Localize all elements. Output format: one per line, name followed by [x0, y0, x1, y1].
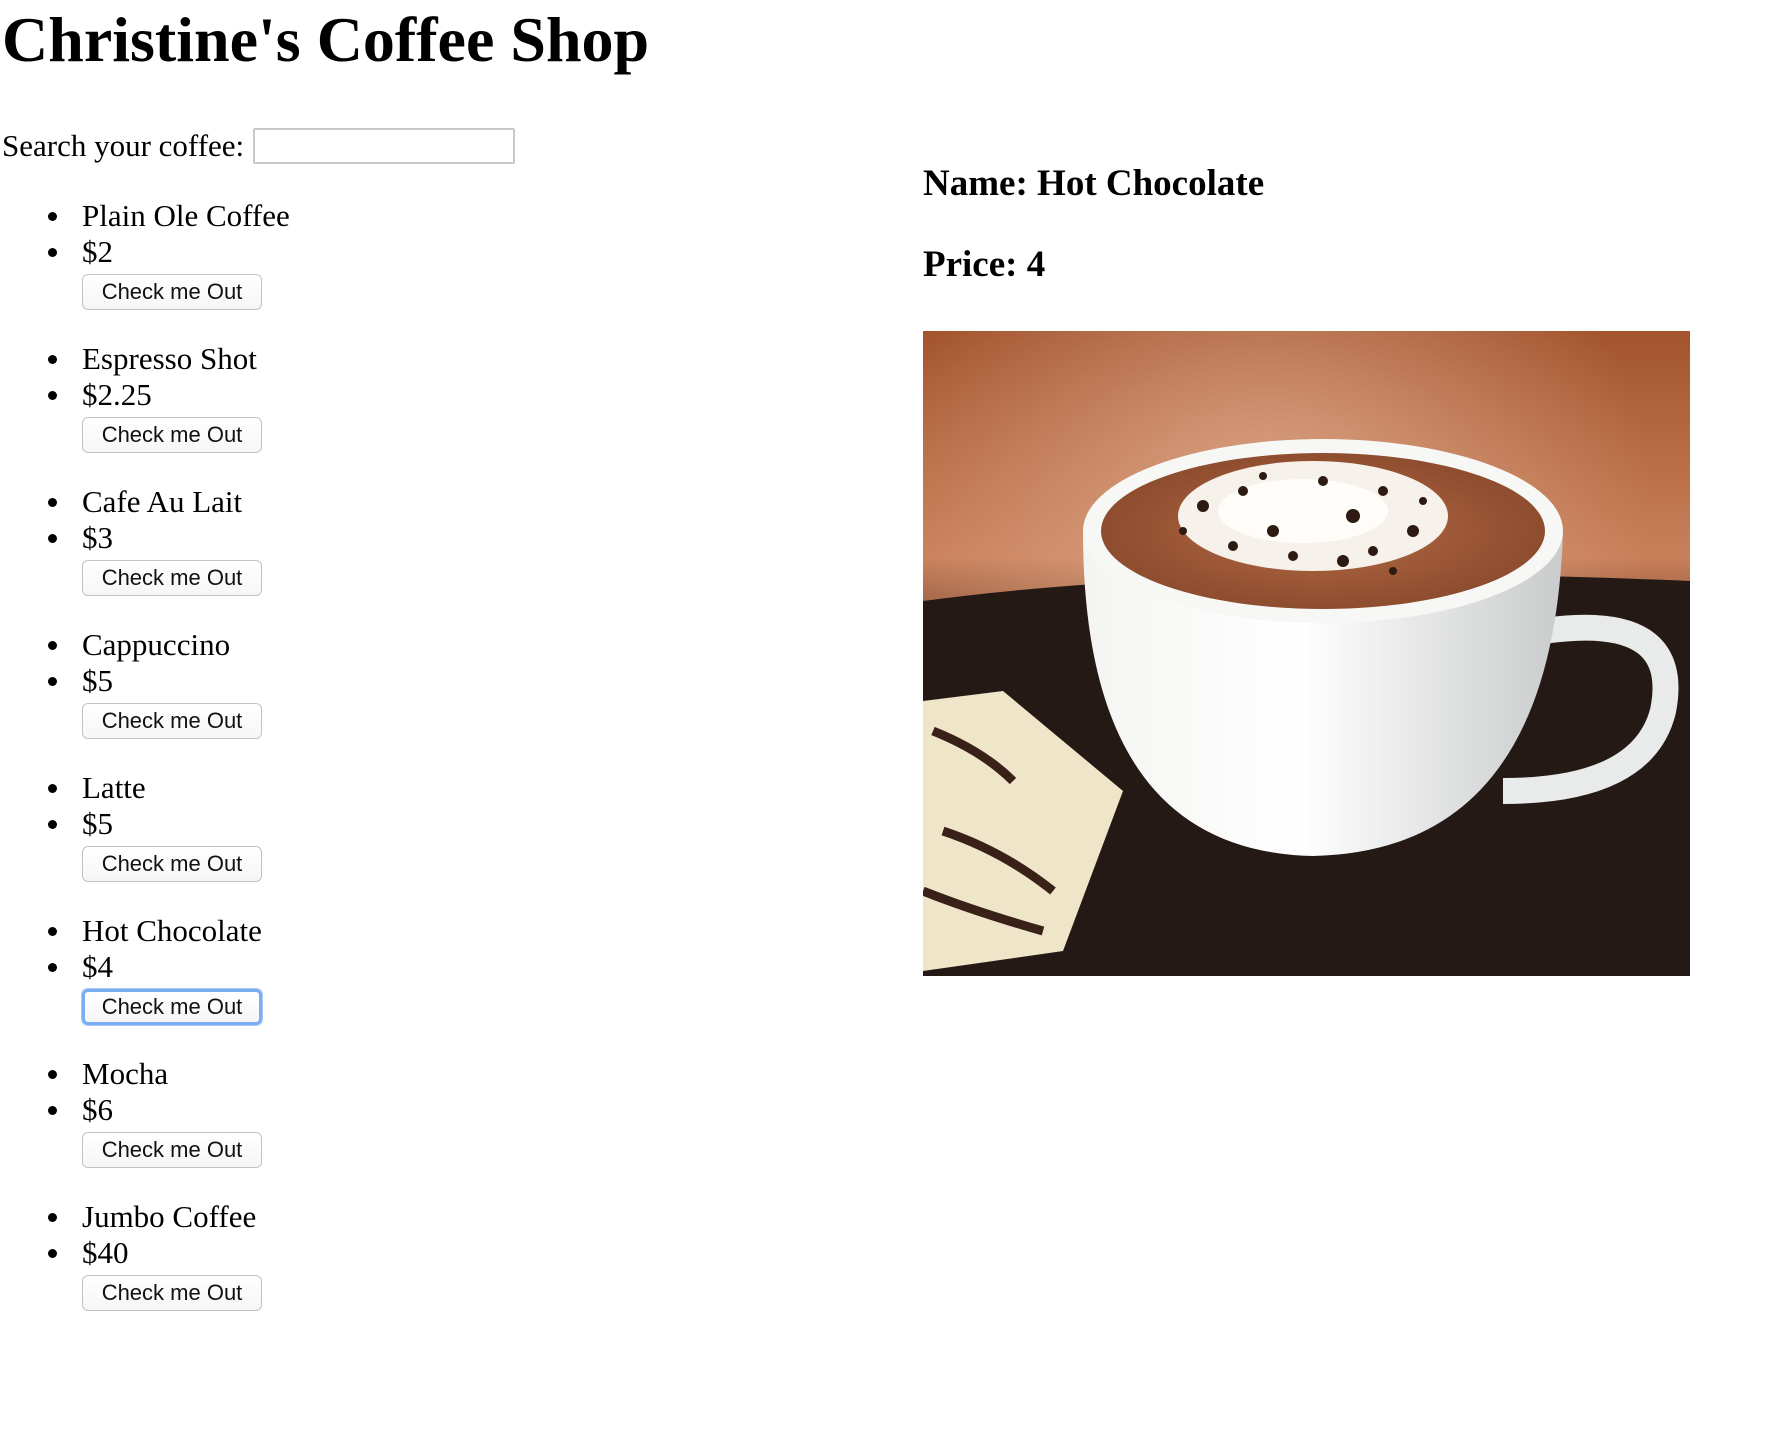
coffee-name-text: Cappuccino [82, 627, 231, 662]
coffee-name-text: Jumbo Coffee [82, 1199, 257, 1234]
selected-coffee-name: Name: Hot Chocolate [923, 163, 1265, 204]
search-row: Search your coffee: [2, 126, 516, 166]
coffee-name-text: Plain Ole Coffee [82, 198, 290, 233]
bullet-icon [48, 1213, 57, 1222]
search-label: Search your coffee: [2, 128, 245, 163]
coffee-item: Plain Ole Coffee $2 Check me Out [0, 198, 600, 341]
bullet-icon [48, 641, 57, 650]
search-input[interactable] [253, 128, 516, 164]
coffee-price-text: $2 [82, 234, 113, 269]
bullet-icon [48, 1106, 57, 1115]
coffee-price-text: $4 [82, 949, 113, 984]
coffee-item: Latte $5 Check me Out [0, 770, 600, 913]
coffee-name: Latte [0, 770, 600, 806]
bullet-icon [48, 963, 57, 972]
coffee-name-text: Hot Chocolate [82, 913, 262, 948]
coffee-price: $5 [0, 806, 600, 842]
coffee-name: Espresso Shot [0, 341, 600, 377]
bullet-icon [48, 212, 57, 221]
coffee-name: Mocha [0, 1056, 600, 1092]
coffee-item: Cafe Au Lait $3 Check me Out [0, 484, 600, 627]
check-me-out-button[interactable]: Check me Out [82, 417, 262, 453]
coffee-price: $6 [0, 1092, 600, 1128]
bullet-icon [48, 534, 57, 543]
bullet-icon [48, 1070, 57, 1079]
check-me-out-button[interactable]: Check me Out [82, 703, 262, 739]
coffee-price: $3 [0, 520, 600, 556]
coffee-name: Cafe Au Lait [0, 484, 600, 520]
bullet-icon [48, 355, 57, 364]
coffee-price-text: $3 [82, 520, 113, 555]
coffee-item: Cappuccino $5 Check me Out [0, 627, 600, 770]
coffee-price-text: $40 [82, 1235, 129, 1270]
check-me-out-button[interactable]: Check me Out [82, 989, 262, 1025]
page: Christine's Coffee Shop Search your coff… [0, 0, 1766, 1436]
check-me-out-button[interactable]: Check me Out [82, 560, 262, 596]
page-title: Christine's Coffee Shop [2, 4, 650, 75]
coffee-name: Cappuccino [0, 627, 600, 663]
selected-coffee-image [923, 331, 1690, 976]
coffee-price-text: $6 [82, 1092, 113, 1127]
bullet-icon [48, 498, 57, 507]
coffee-name: Plain Ole Coffee [0, 198, 600, 234]
coffee-price: $4 [0, 949, 600, 985]
check-me-out-button[interactable]: Check me Out [82, 274, 262, 310]
coffee-name: Hot Chocolate [0, 913, 600, 949]
coffee-price-text: $2.25 [82, 377, 152, 412]
coffee-price: $2.25 [0, 377, 600, 413]
coffee-price: $2 [0, 234, 600, 270]
selected-coffee-price: Price: 4 [923, 244, 1046, 285]
coffee-name-text: Cafe Au Lait [82, 484, 243, 519]
check-me-out-button[interactable]: Check me Out [82, 1132, 262, 1168]
bullet-icon [48, 1249, 57, 1258]
bullet-icon [48, 248, 57, 257]
coffee-list: Plain Ole Coffee $2 Check me Out Espresso S… [0, 198, 600, 1342]
coffee-item: Espresso Shot $2.25 Check me Out [0, 341, 600, 484]
coffee-price-text: $5 [82, 663, 113, 698]
coffee-price: $5 [0, 663, 600, 699]
check-me-out-button[interactable]: Check me Out [82, 1275, 262, 1311]
bullet-icon [48, 391, 57, 400]
coffee-price: $40 [0, 1235, 600, 1271]
bullet-icon [48, 820, 57, 829]
coffee-name-text: Espresso Shot [82, 341, 257, 376]
bullet-icon [48, 927, 57, 936]
coffee-item: Mocha $6 Check me Out [0, 1056, 600, 1199]
bullet-icon [48, 784, 57, 793]
coffee-price-text: $5 [82, 806, 113, 841]
coffee-name-text: Latte [82, 770, 146, 805]
coffee-name-text: Mocha [82, 1056, 169, 1091]
check-me-out-button[interactable]: Check me Out [82, 846, 262, 882]
coffee-item: Jumbo Coffee $40 Check me Out [0, 1199, 600, 1342]
coffee-name: Jumbo Coffee [0, 1199, 600, 1235]
bullet-icon [48, 677, 57, 686]
coffee-item: Hot Chocolate $4 Check me Out [0, 913, 600, 1056]
